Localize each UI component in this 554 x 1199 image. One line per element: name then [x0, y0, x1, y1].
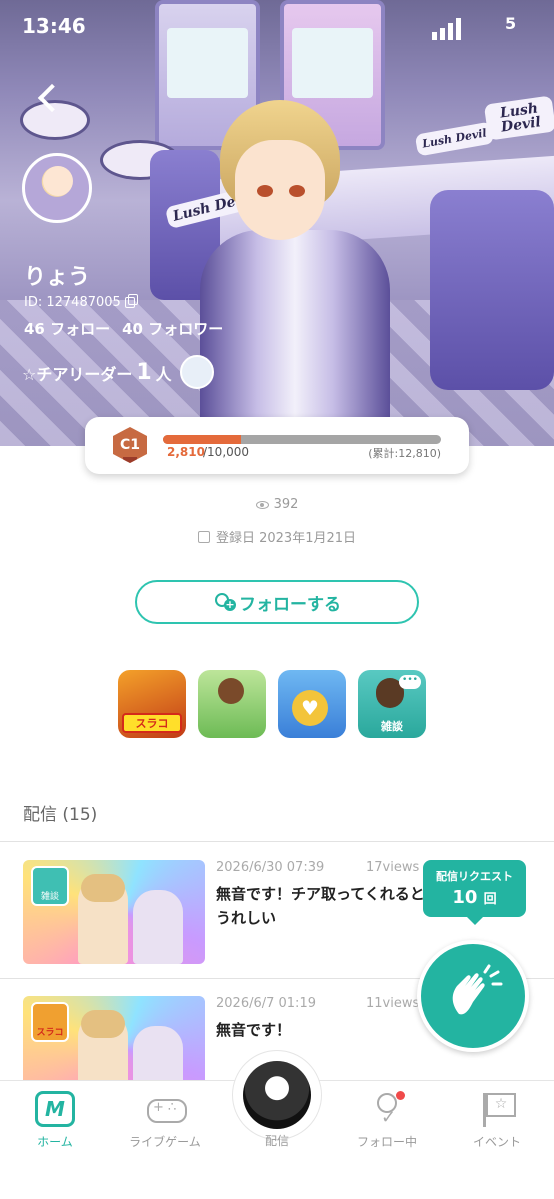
nav-label: フォロー中 — [356, 1135, 417, 1149]
signal-icon — [432, 18, 461, 40]
nav-item-event[interactable]: イベント — [442, 1091, 552, 1150]
eye-icon — [255, 500, 269, 509]
level-total: (累計:12,810) — [368, 447, 441, 460]
stream-date: 2026/6/7 01:19 — [216, 996, 316, 1011]
request-label: 配信リクエスト — [436, 870, 513, 883]
soccer-game-icon[interactable] — [198, 670, 266, 738]
stream-title: 無音です！ — [216, 1021, 292, 1039]
stream-tag: 雑談 — [31, 866, 69, 906]
username: りょう — [24, 265, 91, 290]
broadcast-avatar — [243, 1061, 311, 1129]
level-card: C1 2,810 /10,000 (累計:12,810) — [85, 417, 469, 474]
request-count: 10 — [452, 887, 478, 908]
slash-game-icon[interactable]: スラコ — [118, 670, 186, 738]
nav-label: ホーム — [37, 1135, 73, 1149]
cat-coin-game-icon[interactable] — [278, 670, 346, 738]
view-count-text: 392 — [273, 497, 299, 512]
stream-views: 11views — [366, 996, 420, 1011]
registration-date-text: 登録日 2023年1月21日 — [215, 531, 357, 546]
user-id-text: ID: 127487005 — [24, 295, 121, 310]
following-count[interactable]: 46 フォロー — [24, 318, 110, 339]
view-count: 392 — [0, 497, 554, 512]
flag-icon — [477, 1091, 517, 1127]
broadcast-button[interactable] — [232, 1050, 322, 1140]
copy-icon[interactable] — [124, 294, 138, 308]
back-button[interactable] — [34, 80, 64, 120]
game-label: スラコ — [122, 713, 182, 733]
follow-stats: 46 フォロー 40 フォロワー — [24, 318, 223, 339]
divider — [0, 841, 554, 842]
nav-label: ライブゲーム — [129, 1135, 201, 1149]
game-list: スラコ ••• 雑談 — [118, 670, 426, 738]
user-id: ID: 127487005 — [24, 294, 138, 310]
stream-title: 無音です！チア取ってくれると うれしい — [216, 885, 425, 927]
stream-date: 2026/6/30 07:39 — [216, 860, 325, 875]
add-user-icon — [213, 592, 236, 612]
sign-logo: Lush Devil — [414, 121, 495, 157]
nav-item-live-game[interactable]: ライブゲーム — [110, 1091, 220, 1150]
cheer-count: 1 — [136, 360, 152, 385]
level-progress-bar — [163, 435, 441, 444]
section-title: 配信 (15) — [23, 805, 98, 825]
chair — [430, 190, 554, 390]
sign-logo: Lush Devil — [483, 95, 554, 141]
follow-button[interactable]: フォローする — [135, 580, 419, 624]
game-label: 雑談 — [381, 720, 403, 733]
stream-thumbnail[interactable]: 雑談 — [23, 860, 205, 964]
stream-request-badge[interactable]: 配信リクエスト 10 回 — [423, 860, 526, 925]
nav-item-following[interactable]: フォロー中 — [332, 1091, 442, 1150]
user-avatar-character — [190, 100, 400, 446]
request-unit: 回 — [483, 892, 497, 907]
calendar-icon — [197, 530, 210, 543]
gamepad-icon — [145, 1091, 187, 1127]
level-badge: C1 — [113, 427, 147, 463]
stream-tag: スラコ — [31, 1002, 69, 1042]
level-current: 2,810 — [167, 445, 205, 459]
clap-request-button[interactable] — [417, 940, 529, 1052]
home-icon: M — [35, 1091, 75, 1127]
status-battery: 5 — [505, 14, 517, 33]
follow-button-label: フォローする — [239, 594, 341, 615]
clap-icon — [452, 964, 503, 1015]
notification-dot — [396, 1091, 405, 1100]
cheerleader-avatar[interactable] — [180, 355, 214, 389]
status-time: 13:46 — [22, 14, 86, 38]
nav-label: イベント — [472, 1135, 521, 1149]
cheerleader-info[interactable]: ☆チアリーダー 1 人 — [22, 360, 172, 385]
level-progress-fill — [163, 435, 242, 444]
chat-bubble-icon: ••• — [399, 675, 421, 689]
stream-views: 17views — [366, 860, 420, 875]
chat-game-icon[interactable]: ••• 雑談 — [358, 670, 426, 738]
profile-hero: Lush Devil Lush Devil Lush Devil 13:46 5… — [0, 0, 554, 446]
avatar[interactable] — [22, 153, 92, 223]
nav-label-broadcast: 配信 — [264, 1134, 289, 1148]
cheer-label: ☆チアリーダー — [22, 364, 133, 384]
follower-count[interactable]: 40 フォロワー — [122, 318, 223, 339]
following-icon — [367, 1091, 407, 1128]
nav-item-home[interactable]: M ホーム — [0, 1091, 110, 1150]
registration-date: 登録日 2023年1月21日 — [0, 527, 554, 546]
level-max: /10,000 — [203, 445, 250, 459]
cheer-unit: 人 — [155, 364, 172, 384]
